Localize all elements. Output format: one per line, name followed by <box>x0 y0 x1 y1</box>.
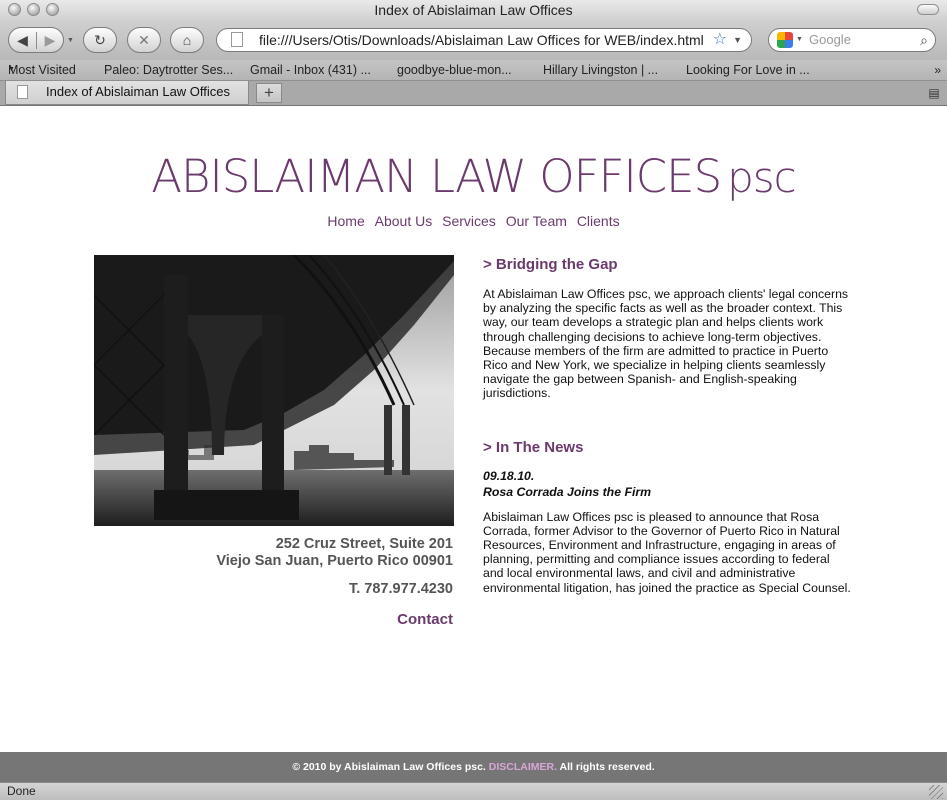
site-nav: Home About Us Services Our Team Clients <box>0 213 947 229</box>
navigation-toolbar: ◀ ▶ ▼ ↻ ✕ ⌂ file:///Users/Otis/Downloads… <box>0 22 947 60</box>
back-arrow-icon[interactable]: ◀ <box>9 32 36 49</box>
tab-label: Index of Abislaiman Law Offices <box>46 84 231 99</box>
tab-active[interactable]: Index of Abislaiman Law Offices <box>5 81 249 105</box>
minimize-window-button[interactable] <box>27 3 40 16</box>
address-line-1: 252 Cruz Street, Suite 201 <box>275 536 453 552</box>
window-controls <box>8 3 59 16</box>
about-text: At Abislaiman Law Offices psc, we approa… <box>483 287 849 401</box>
bookmark-item[interactable]: Paleo: Daytrotter Ses... <box>104 60 233 80</box>
toolbar-toggle-button[interactable] <box>917 4 939 15</box>
home-button[interactable]: ⌂ <box>170 27 204 53</box>
bookmark-item[interactable]: goodbye-blue-mon... <box>397 60 512 80</box>
site-title-suffix: psc <box>727 153 797 202</box>
contact-link[interactable]: Contact <box>94 611 453 628</box>
search-icon[interactable]: ⌕ <box>920 29 928 51</box>
reload-icon: ↻ <box>94 31 106 48</box>
stop-icon: ✕ <box>138 31 150 48</box>
bookmarks-bar: Most Visited ▼ Paleo: Daytrotter Ses... … <box>0 60 947 81</box>
url-dropdown-icon[interactable]: ▼ <box>733 29 742 51</box>
nav-our-team[interactable]: Our Team <box>506 213 567 229</box>
home-icon: ⌂ <box>182 32 192 48</box>
nav-about-us[interactable]: About Us <box>375 213 433 229</box>
status-bar: Done <box>0 782 947 800</box>
address-line-2: Viejo San Juan, Puerto Rico 00901 <box>216 553 453 569</box>
bookmark-item[interactable]: Hillary Livingston | ... <box>543 60 658 80</box>
forward-arrow-icon[interactable]: ▶ <box>35 31 63 49</box>
bridge-photo <box>94 255 454 526</box>
url-bar[interactable]: file:///Users/Otis/Downloads/Abislaiman … <box>216 28 752 52</box>
phone-number: T. 787.977.4230 <box>348 581 453 597</box>
about-heading: > Bridging the Gap <box>483 256 618 273</box>
window-titlebar: Index of Abislaiman Law Offices <box>0 0 947 22</box>
news-heading: > In The News <box>483 438 584 456</box>
news-text: Abislaiman Law Offices psc is pleased to… <box>483 509 851 595</box>
bookmark-item[interactable]: Looking For Love in ... <box>686 60 810 80</box>
document-icon <box>17 85 28 99</box>
bookmarks-overflow-icon[interactable]: » <box>934 60 941 80</box>
zoom-window-button[interactable] <box>46 3 59 16</box>
address-block: 252 Cruz Street, Suite 201 Viejo San Jua… <box>94 536 453 598</box>
search-engine-dropdown-icon[interactable]: ▼ <box>796 29 803 51</box>
close-window-button[interactable] <box>8 3 21 16</box>
search-bar[interactable]: ▼ Google ⌕ <box>768 28 936 52</box>
news-title: Rosa Corrada Joins the Firm <box>483 484 652 499</box>
tab-bar: Index of Abislaiman Law Offices + ▤ <box>0 81 947 106</box>
stop-button[interactable]: ✕ <box>127 27 161 53</box>
bookmark-item[interactable]: Gmail - Inbox (431) ... <box>250 60 371 80</box>
status-text: Done <box>7 784 36 798</box>
window-title: Index of Abislaiman Law Offices <box>374 2 573 18</box>
nav-services[interactable]: Services <box>442 213 496 229</box>
url-text[interactable]: file:///Users/Otis/Downloads/Abislaiman … <box>259 32 704 48</box>
news-date: 09.18.10. <box>483 468 535 483</box>
back-forward-buttons: ◀ ▶ <box>8 27 64 53</box>
footer-copyright: © 2010 by Abislaiman Law Offices psc. <box>292 761 486 773</box>
main-content: > Bridging the Gap At Abislaiman Law Off… <box>483 256 853 595</box>
search-placeholder[interactable]: Google <box>809 32 851 47</box>
tab-list-icon[interactable]: ▤ <box>923 83 945 103</box>
history-dropdown-icon[interactable]: ▼ <box>67 37 74 44</box>
bridge-illustration <box>94 255 454 526</box>
bookmark-star-icon[interactable]: ☆ <box>713 29 727 51</box>
page-icon <box>231 32 243 47</box>
new-tab-button[interactable]: + <box>256 83 282 103</box>
site-title-main: ABISLAIMAN LAW OFFICES <box>151 150 722 203</box>
nav-home[interactable]: Home <box>327 213 364 229</box>
site-footer: © 2010 by Abislaiman Law Offices psc. DI… <box>0 752 947 782</box>
site-title: ABISLAIMAN LAW OFFICES psc <box>0 150 947 203</box>
reload-button[interactable]: ↻ <box>83 27 117 53</box>
web-page: ABISLAIMAN LAW OFFICES psc Home About Us … <box>0 106 947 752</box>
footer-rights: All rights reserved. <box>559 761 655 773</box>
disclaimer-link[interactable]: DISCLAIMER. <box>489 761 557 773</box>
google-icon[interactable] <box>777 32 793 48</box>
chevron-down-icon: ▼ <box>8 66 15 73</box>
nav-clients[interactable]: Clients <box>577 213 620 229</box>
resize-grip-icon[interactable] <box>929 785 943 799</box>
